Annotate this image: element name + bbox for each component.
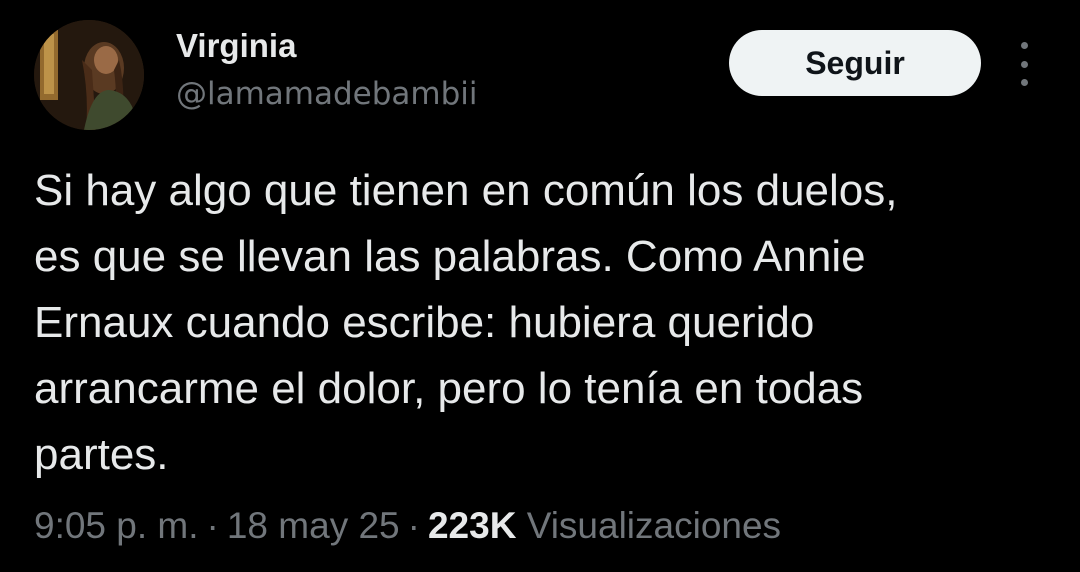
separator: ·: [407, 505, 420, 546]
tweet-meta: 9:05 p. m. · 18 may 25 · 223K Visualizacione…: [34, 502, 781, 550]
dot-icon: [1020, 79, 1028, 86]
user-handle[interactable]: @lamamadebambii: [176, 74, 478, 114]
more-vertical-icon[interactable]: [1013, 42, 1035, 86]
tweet-text: Si hay algo que tienen en común los duel…: [34, 166, 898, 479]
tweet-card: Virginia @lamamadebambii Seguir Si hay a…: [0, 0, 1080, 572]
dot-icon: [1020, 42, 1028, 49]
avatar[interactable]: [34, 20, 144, 130]
tweet-time[interactable]: 9:05 p. m.: [34, 505, 199, 546]
tweet-date[interactable]: 18 may 25: [227, 505, 400, 546]
separator: ·: [206, 505, 219, 546]
follow-button[interactable]: Seguir: [729, 30, 981, 96]
avatar-photo: [34, 20, 144, 130]
display-name[interactable]: Virginia: [176, 26, 296, 66]
views-count: 223K: [427, 505, 517, 546]
views-label: Visualizaciones: [526, 505, 782, 546]
dot-icon: [1020, 60, 1028, 68]
